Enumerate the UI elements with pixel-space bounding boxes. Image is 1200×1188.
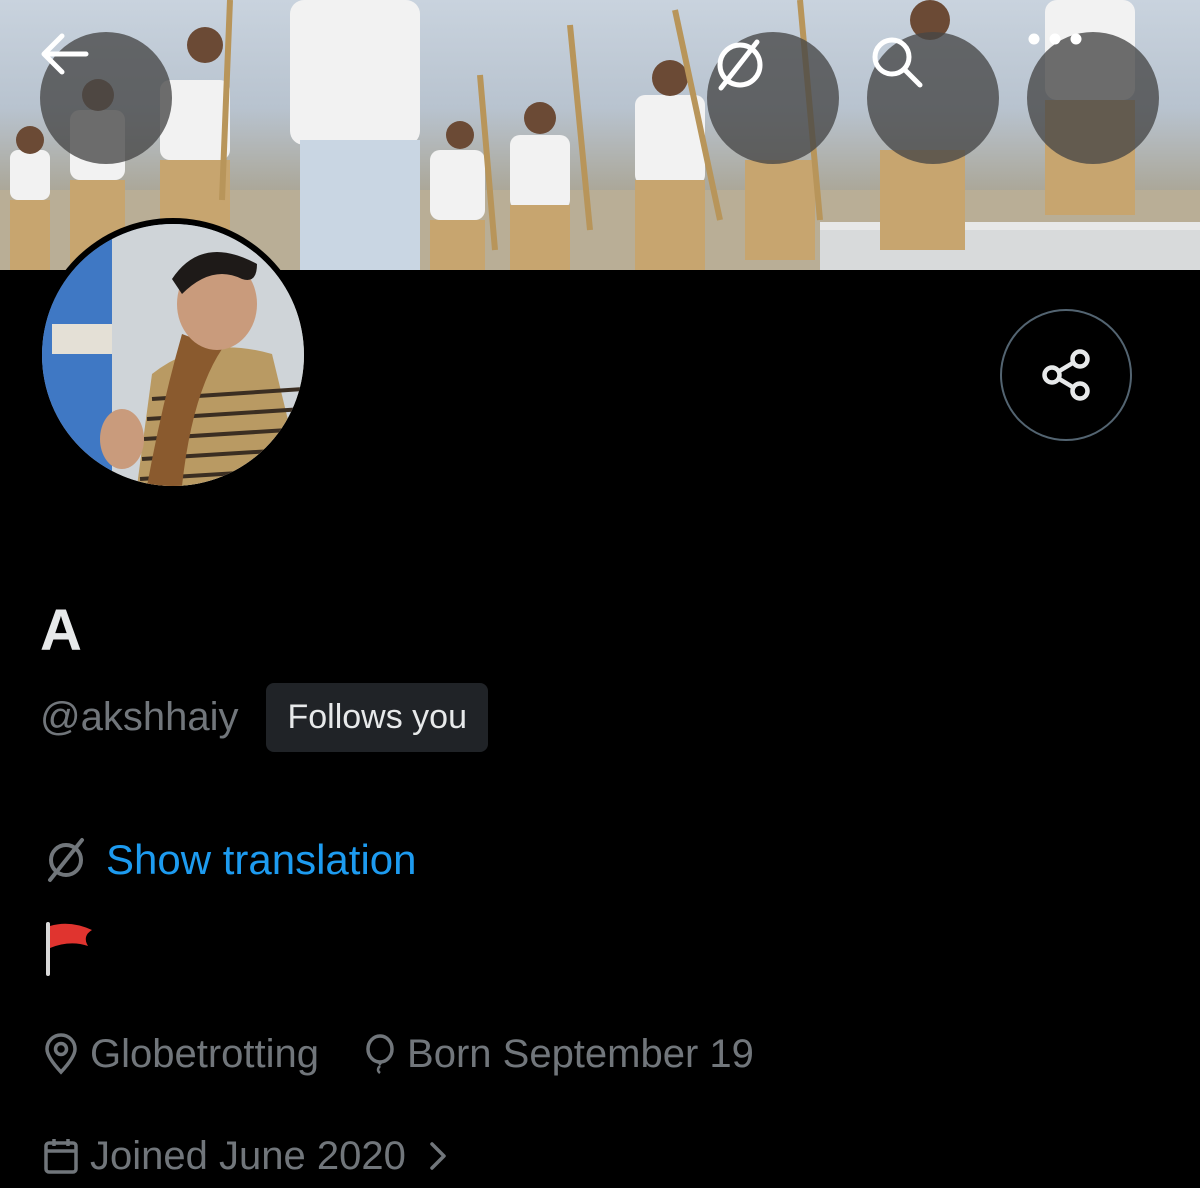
chevron-right-icon [430, 1142, 446, 1170]
back-button[interactable] [40, 32, 172, 164]
calendar-icon [44, 1139, 78, 1174]
red-flag-emoji [46, 922, 92, 976]
share-button[interactable] [1000, 309, 1132, 441]
translate-button[interactable] [707, 32, 839, 164]
user-handle: @akshhaiy [40, 694, 239, 739]
location-item: Globetrotting [42, 1032, 319, 1077]
handle-row: @akshhaiy Follows you [40, 682, 488, 752]
share-icon [1042, 349, 1090, 401]
translate-icon [717, 39, 763, 91]
follows-you-badge: Follows you [266, 682, 488, 752]
search-icon [872, 37, 923, 88]
display-name: A [40, 598, 82, 663]
translate-icon [48, 838, 84, 882]
birthday-text: Born September 19 [407, 1031, 754, 1076]
balloon-icon [366, 1034, 394, 1074]
joined-row[interactable]: Joined June 2020 [42, 1124, 448, 1188]
avatar[interactable] [36, 218, 310, 492]
profile-meta-row: Globetrotting Born September 19 [42, 1022, 798, 1086]
avatar-image [42, 224, 304, 486]
location-pin-icon [45, 1033, 77, 1075]
more-horizontal-icon [1028, 33, 1082, 45]
more-button[interactable] [1027, 32, 1159, 164]
translate-row[interactable]: Show translation [40, 830, 417, 890]
bio [40, 918, 100, 978]
location-text: Globetrotting [90, 1031, 320, 1076]
arrow-left-icon [41, 33, 89, 75]
birthday-item: Born September 19 [363, 1032, 754, 1077]
search-button[interactable] [867, 32, 999, 164]
show-translation-link[interactable]: Show translation [106, 836, 417, 884]
